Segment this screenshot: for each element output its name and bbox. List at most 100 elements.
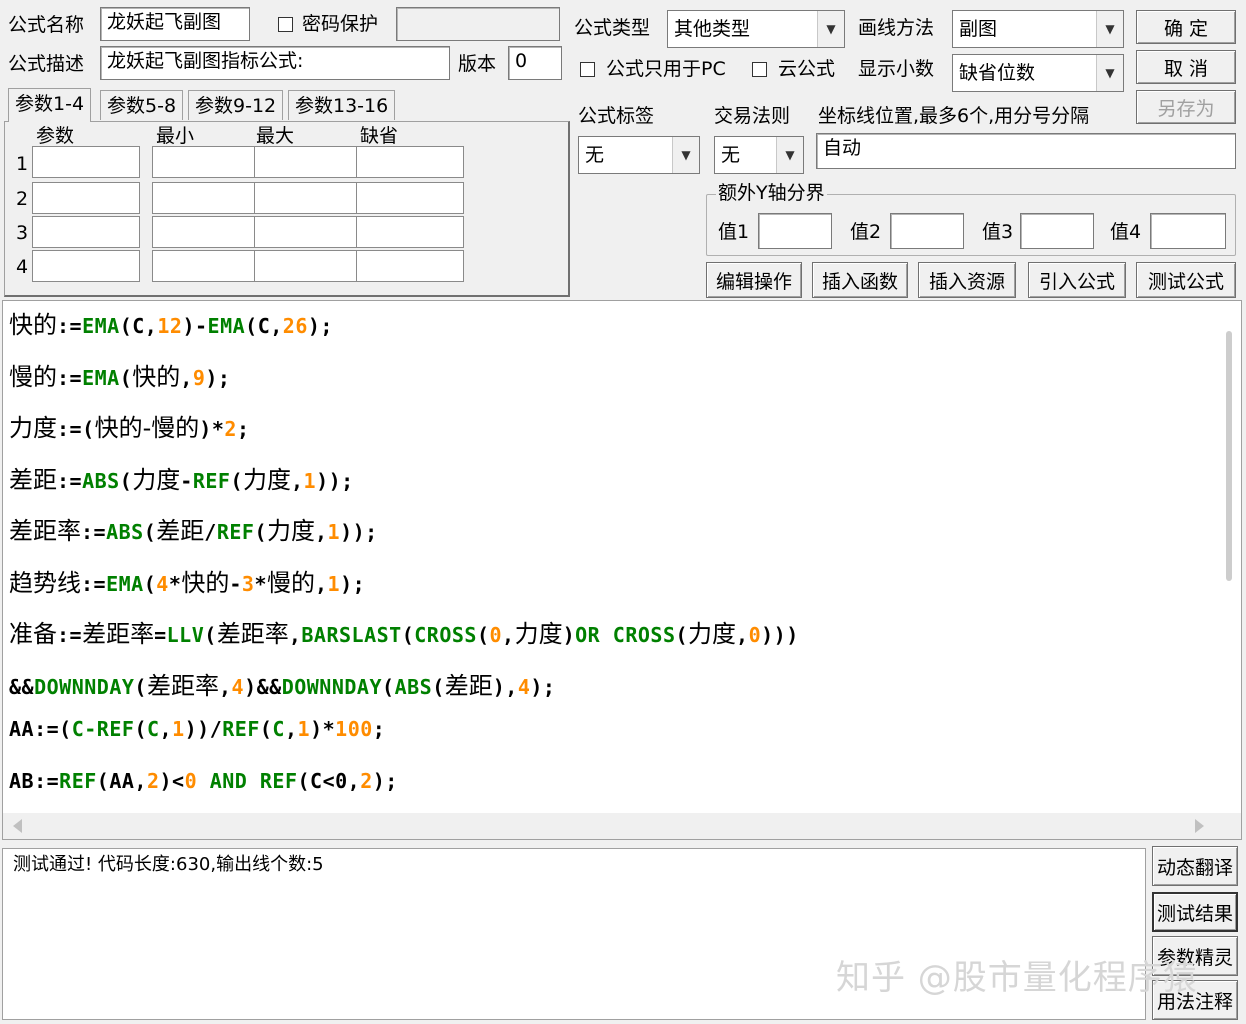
axis-input[interactable]: 自动 bbox=[816, 133, 1236, 169]
param-min-input[interactable] bbox=[152, 182, 260, 214]
pc-only-checkbox[interactable] bbox=[580, 62, 595, 77]
code-token: 力度 bbox=[9, 414, 57, 442]
code-token: REF bbox=[192, 468, 231, 493]
version-input[interactable]: 0 bbox=[508, 46, 562, 80]
code-token: DOWNNDAY bbox=[281, 674, 383, 699]
code-token: OR bbox=[575, 623, 601, 647]
tab-params-5-8[interactable]: 参数5-8 bbox=[100, 90, 184, 120]
password-input[interactable] bbox=[396, 7, 560, 41]
code-token: ( bbox=[259, 717, 273, 741]
dynamic-translate-button[interactable]: 动态翻译 bbox=[1152, 846, 1238, 886]
code-token: )&& bbox=[244, 674, 282, 699]
cloud-checkbox[interactable] bbox=[752, 62, 767, 77]
code-token: 2 bbox=[360, 768, 373, 793]
code-token: ( bbox=[382, 674, 395, 699]
edit-ops-button[interactable]: 编辑操作 bbox=[706, 262, 802, 298]
code-token: )< bbox=[159, 768, 185, 793]
param-max-input[interactable] bbox=[254, 146, 362, 178]
param-name-input[interactable] bbox=[32, 182, 140, 214]
scroll-right-icon[interactable] bbox=[1195, 819, 1204, 833]
code-token: , bbox=[288, 623, 302, 647]
param-default-input[interactable] bbox=[356, 250, 464, 282]
insert-function-button[interactable]: 插入函数 bbox=[812, 262, 908, 298]
scroll-left-icon[interactable] bbox=[13, 819, 22, 833]
ok-button[interactable]: 确 定 bbox=[1136, 10, 1236, 44]
code-token: , bbox=[284, 717, 298, 741]
code-token: , bbox=[736, 623, 749, 647]
code-token: , bbox=[218, 674, 232, 699]
test-output-text: 测试通过! 代码长度:630,输出线个数:5 bbox=[13, 854, 324, 875]
desc-input[interactable]: 龙妖起飞副图指标公式: bbox=[100, 46, 450, 80]
test-result-button[interactable]: 测试结果 bbox=[1152, 892, 1238, 932]
param-default-input[interactable] bbox=[356, 146, 464, 178]
param-max-input[interactable] bbox=[254, 216, 362, 248]
value3-input[interactable] bbox=[1020, 213, 1094, 249]
type-select[interactable]: 其他类型 ▼ bbox=[667, 10, 845, 48]
chevron-down-icon[interactable]: ▼ bbox=[672, 137, 699, 173]
password-label: 密码保护 bbox=[302, 13, 379, 35]
cancel-button[interactable]: 取 消 bbox=[1136, 50, 1236, 84]
code-token: CROSS bbox=[612, 623, 676, 647]
param-name-input[interactable] bbox=[32, 146, 140, 178]
code-token: C bbox=[146, 717, 160, 741]
param-header-min: 最小 bbox=[156, 125, 195, 147]
rule-select[interactable]: 无 ▼ bbox=[714, 136, 804, 174]
code-token: ); bbox=[372, 768, 398, 793]
code-token: 12 bbox=[157, 314, 183, 338]
value1-input[interactable] bbox=[758, 213, 832, 249]
code-token: )* bbox=[310, 717, 336, 741]
decimal-select[interactable]: 缺省位数 ▼ bbox=[952, 54, 1124, 92]
test-formula-button[interactable]: 测试公式 bbox=[1136, 262, 1236, 298]
chevron-down-icon[interactable]: ▼ bbox=[817, 11, 844, 47]
param-row-number: 4 bbox=[15, 256, 29, 278]
param-header-max: 最大 bbox=[256, 125, 295, 147]
code-token: 3 bbox=[241, 571, 255, 596]
value4-label: 值4 bbox=[1110, 221, 1142, 243]
vertical-scrollbar[interactable] bbox=[1221, 301, 1241, 811]
param-min-input[interactable] bbox=[152, 146, 260, 178]
code-token: 快的-慢的 bbox=[94, 414, 200, 442]
param-min-input[interactable] bbox=[152, 216, 260, 248]
code-token: EMA bbox=[207, 314, 246, 338]
value2-input[interactable] bbox=[890, 213, 964, 249]
insert-resource-button[interactable]: 插入资源 bbox=[918, 262, 1016, 298]
draw-label: 画线方法 bbox=[858, 17, 935, 39]
saveas-button[interactable]: 另存为 bbox=[1136, 90, 1236, 124]
code-token: 快的 bbox=[9, 311, 57, 339]
tab-params-1-4[interactable]: 参数1-4 bbox=[8, 88, 92, 122]
code-token: C bbox=[272, 717, 285, 741]
code-token: REF bbox=[216, 520, 255, 544]
tab-params-9-12[interactable]: 参数9-12 bbox=[188, 90, 284, 120]
param-max-input[interactable] bbox=[254, 250, 362, 282]
draw-select[interactable]: 副图 ▼ bbox=[952, 10, 1124, 48]
param-name-input[interactable] bbox=[32, 250, 140, 282]
chevron-down-icon[interactable]: ▼ bbox=[1096, 11, 1123, 47]
param-default-input[interactable] bbox=[356, 216, 464, 248]
param-default-input[interactable] bbox=[356, 182, 464, 214]
param-max-input[interactable] bbox=[254, 182, 362, 214]
code-editor[interactable]: 快的:=EMA(C,12)-EMA(C,26); 慢的:=EMA(快的,9); 力度… bbox=[2, 300, 1242, 840]
password-checkbox[interactable] bbox=[278, 17, 293, 32]
code-token: ( bbox=[143, 571, 157, 596]
code-line: &&DOWNNDAY(差距率,4)&&DOWNNDAY(ABS(差距),4); bbox=[9, 666, 555, 701]
import-formula-button[interactable]: 引入公式 bbox=[1028, 262, 1126, 298]
param-name-input[interactable] bbox=[32, 216, 140, 248]
code-token: := bbox=[81, 571, 107, 596]
horizontal-scrollbar[interactable] bbox=[3, 813, 1241, 839]
code-token: , bbox=[502, 623, 515, 647]
value4-input[interactable] bbox=[1150, 213, 1226, 249]
chevron-down-icon[interactable]: ▼ bbox=[776, 137, 803, 173]
code-token: 4 bbox=[156, 571, 169, 596]
tab-params-13-16[interactable]: 参数13-16 bbox=[288, 90, 396, 120]
scrollbar-thumb[interactable] bbox=[1226, 331, 1232, 581]
chevron-down-icon[interactable]: ▼ bbox=[1096, 55, 1123, 91]
code-token: , bbox=[314, 520, 328, 544]
param-header-default: 缺省 bbox=[360, 125, 399, 147]
code-token: 慢的 bbox=[267, 568, 315, 597]
tag-select[interactable]: 无 ▼ bbox=[578, 136, 700, 174]
code-token: ); bbox=[340, 571, 366, 596]
name-input[interactable]: 龙妖起飞副图 bbox=[100, 7, 250, 41]
code-token: && bbox=[9, 674, 35, 699]
param-min-input[interactable] bbox=[152, 250, 260, 282]
